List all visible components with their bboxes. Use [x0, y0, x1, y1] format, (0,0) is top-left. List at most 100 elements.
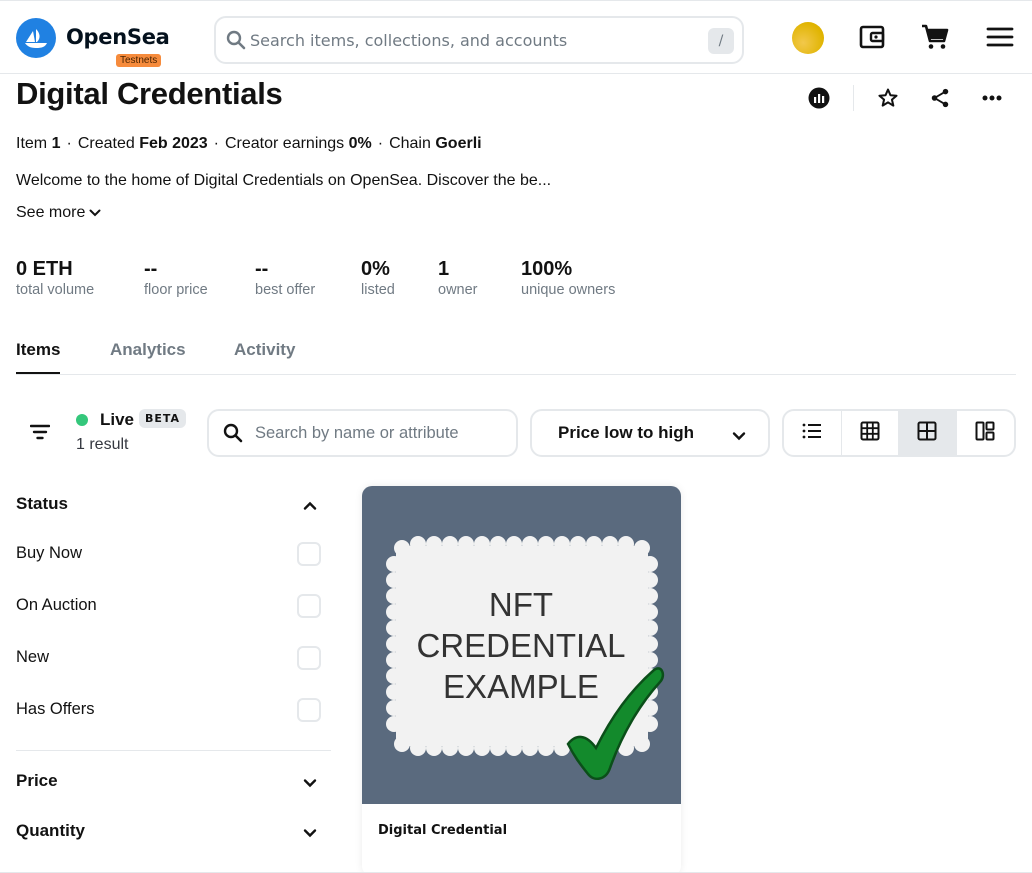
item-search-box[interactable]	[207, 409, 518, 457]
detail-view-button[interactable]	[957, 411, 1015, 455]
beta-badge: BETA	[139, 409, 187, 428]
quantity-filter-header[interactable]: Quantity	[16, 817, 331, 847]
search-icon	[223, 423, 243, 447]
stat-owner: 1 owner	[438, 258, 478, 298]
top-navigation-bar: OpenSea Testnets /	[0, 0, 1032, 74]
status-option-buy-now[interactable]: Buy Now	[16, 540, 321, 570]
sort-dropdown[interactable]: Price low to high	[530, 409, 770, 457]
meta-chain-value: Goerli	[435, 135, 482, 152]
cart-icon[interactable]	[919, 21, 951, 53]
stat-value: 0%	[361, 258, 390, 280]
chevron-down-icon	[303, 773, 317, 792]
stat-value: --	[144, 258, 158, 280]
action-divider	[853, 85, 854, 111]
tabs-divider	[16, 374, 1016, 375]
search-shortcut-key: /	[708, 28, 734, 54]
status-option-on-auction[interactable]: On Auction	[16, 592, 321, 622]
status-checkbox[interactable]	[297, 646, 321, 670]
meta-separator: ·	[213, 135, 219, 152]
stat-best-offer: -- best offer	[255, 258, 315, 298]
stat-value: 100%	[521, 258, 573, 280]
filter-toggle-button[interactable]	[20, 414, 60, 454]
meta-earnings-label: Creator earnings	[225, 135, 345, 152]
stat-unique-owners: 100% unique owners	[521, 258, 615, 298]
list-icon	[802, 423, 822, 443]
account-avatar[interactable]	[792, 22, 824, 54]
tab-analytics[interactable]: Analytics	[110, 340, 186, 374]
stat-label: listed	[361, 282, 395, 298]
menu-icon[interactable]	[984, 21, 1016, 53]
collection-description: Welcome to the home of Digital Credentia…	[16, 172, 552, 189]
large-grid-view-button[interactable]	[899, 411, 957, 455]
status-filter-header[interactable]: Status	[16, 490, 331, 520]
status-filter-title: Status	[16, 494, 68, 513]
item-search-input[interactable]	[255, 420, 505, 446]
stat-label: floor price	[144, 282, 208, 298]
brand-name[interactable]: OpenSea	[66, 25, 170, 49]
analytics-chart-icon[interactable]	[805, 84, 833, 112]
stat-label: owner	[438, 282, 478, 298]
live-label: Live	[100, 410, 135, 429]
nft-item-name: Digital Credential	[378, 823, 508, 838]
small-grid-view-button[interactable]	[842, 411, 899, 455]
artwork-text-line-1: NFT	[489, 586, 553, 623]
price-filter-header[interactable]: Price	[16, 767, 331, 797]
status-checkbox[interactable]	[297, 594, 321, 618]
meta-chain-label: Chain	[389, 135, 431, 152]
large-grid-icon	[917, 421, 937, 445]
more-options-icon[interactable]	[978, 84, 1006, 112]
opensea-logo-icon[interactable]	[16, 18, 56, 58]
tab-items[interactable]: Items	[16, 340, 61, 374]
chevron-down-icon	[303, 823, 317, 842]
star-icon[interactable]	[874, 84, 902, 112]
collection-meta: Item 1 · Created Feb 2023 · Creator earnings…	[16, 135, 482, 153]
status-option-label: Buy Now	[16, 544, 83, 562]
stat-label: total volume	[16, 282, 95, 298]
nft-item-card[interactable]: NFT CREDENTIAL EXAMPLE Digital Credentia…	[362, 486, 681, 873]
artwork-text-line-3: EXAMPLE	[443, 668, 599, 705]
stat-floor-price: -- floor price	[144, 258, 208, 298]
chevron-down-icon	[732, 426, 746, 445]
result-count: 1 result	[76, 436, 129, 453]
meta-created-label: Created	[77, 135, 135, 152]
nft-credential-artwork: NFT CREDENTIAL EXAMPLE	[386, 536, 665, 781]
stat-value: --	[255, 258, 269, 280]
nft-item-image: NFT CREDENTIAL EXAMPLE	[362, 486, 681, 804]
view-mode-switcher	[782, 409, 1016, 457]
stat-value: 0 ETH	[16, 258, 73, 280]
tab-activity[interactable]: Activity	[234, 340, 295, 374]
chevron-up-icon	[303, 496, 317, 515]
global-search-input[interactable]	[250, 26, 690, 54]
chevron-down-icon	[89, 204, 101, 222]
wallet-icon[interactable]	[856, 21, 888, 53]
status-checkbox[interactable]	[297, 542, 321, 566]
list-view-button[interactable]	[784, 411, 842, 455]
price-filter-title: Price	[16, 771, 58, 790]
search-icon	[226, 30, 246, 54]
status-checkbox[interactable]	[297, 698, 321, 722]
stat-label: best offer	[255, 282, 316, 298]
status-option-has-offers[interactable]: Has Offers	[16, 696, 321, 726]
stat-listed: 0% listed	[361, 258, 395, 298]
stat-total-volume: 0 ETH total volume	[16, 258, 94, 298]
quantity-filter-title: Quantity	[16, 821, 85, 840]
see-more-button[interactable]: See more	[16, 204, 101, 222]
testnets-badge: Testnets	[116, 54, 162, 67]
share-icon[interactable]	[926, 84, 954, 112]
meta-separator: ·	[66, 135, 72, 152]
filter-icon	[29, 424, 51, 444]
meta-item-label: Item	[16, 135, 48, 152]
detail-grid-icon	[975, 421, 995, 445]
see-more-label: See more	[16, 204, 86, 221]
collection-title: Digital Credentials	[16, 76, 283, 111]
status-option-label: On Auction	[16, 596, 97, 614]
sort-selected-value: Price low to high	[558, 423, 695, 442]
status-option-new[interactable]: New	[16, 644, 321, 674]
stat-value: 1	[438, 258, 450, 280]
small-grid-icon	[860, 421, 880, 445]
artwork-text-line-2: CREDENTIAL	[416, 627, 625, 664]
global-search-box[interactable]: /	[214, 16, 744, 64]
meta-separator: ·	[377, 135, 384, 152]
live-status-dot	[76, 414, 88, 426]
status-option-label: New	[16, 648, 50, 666]
